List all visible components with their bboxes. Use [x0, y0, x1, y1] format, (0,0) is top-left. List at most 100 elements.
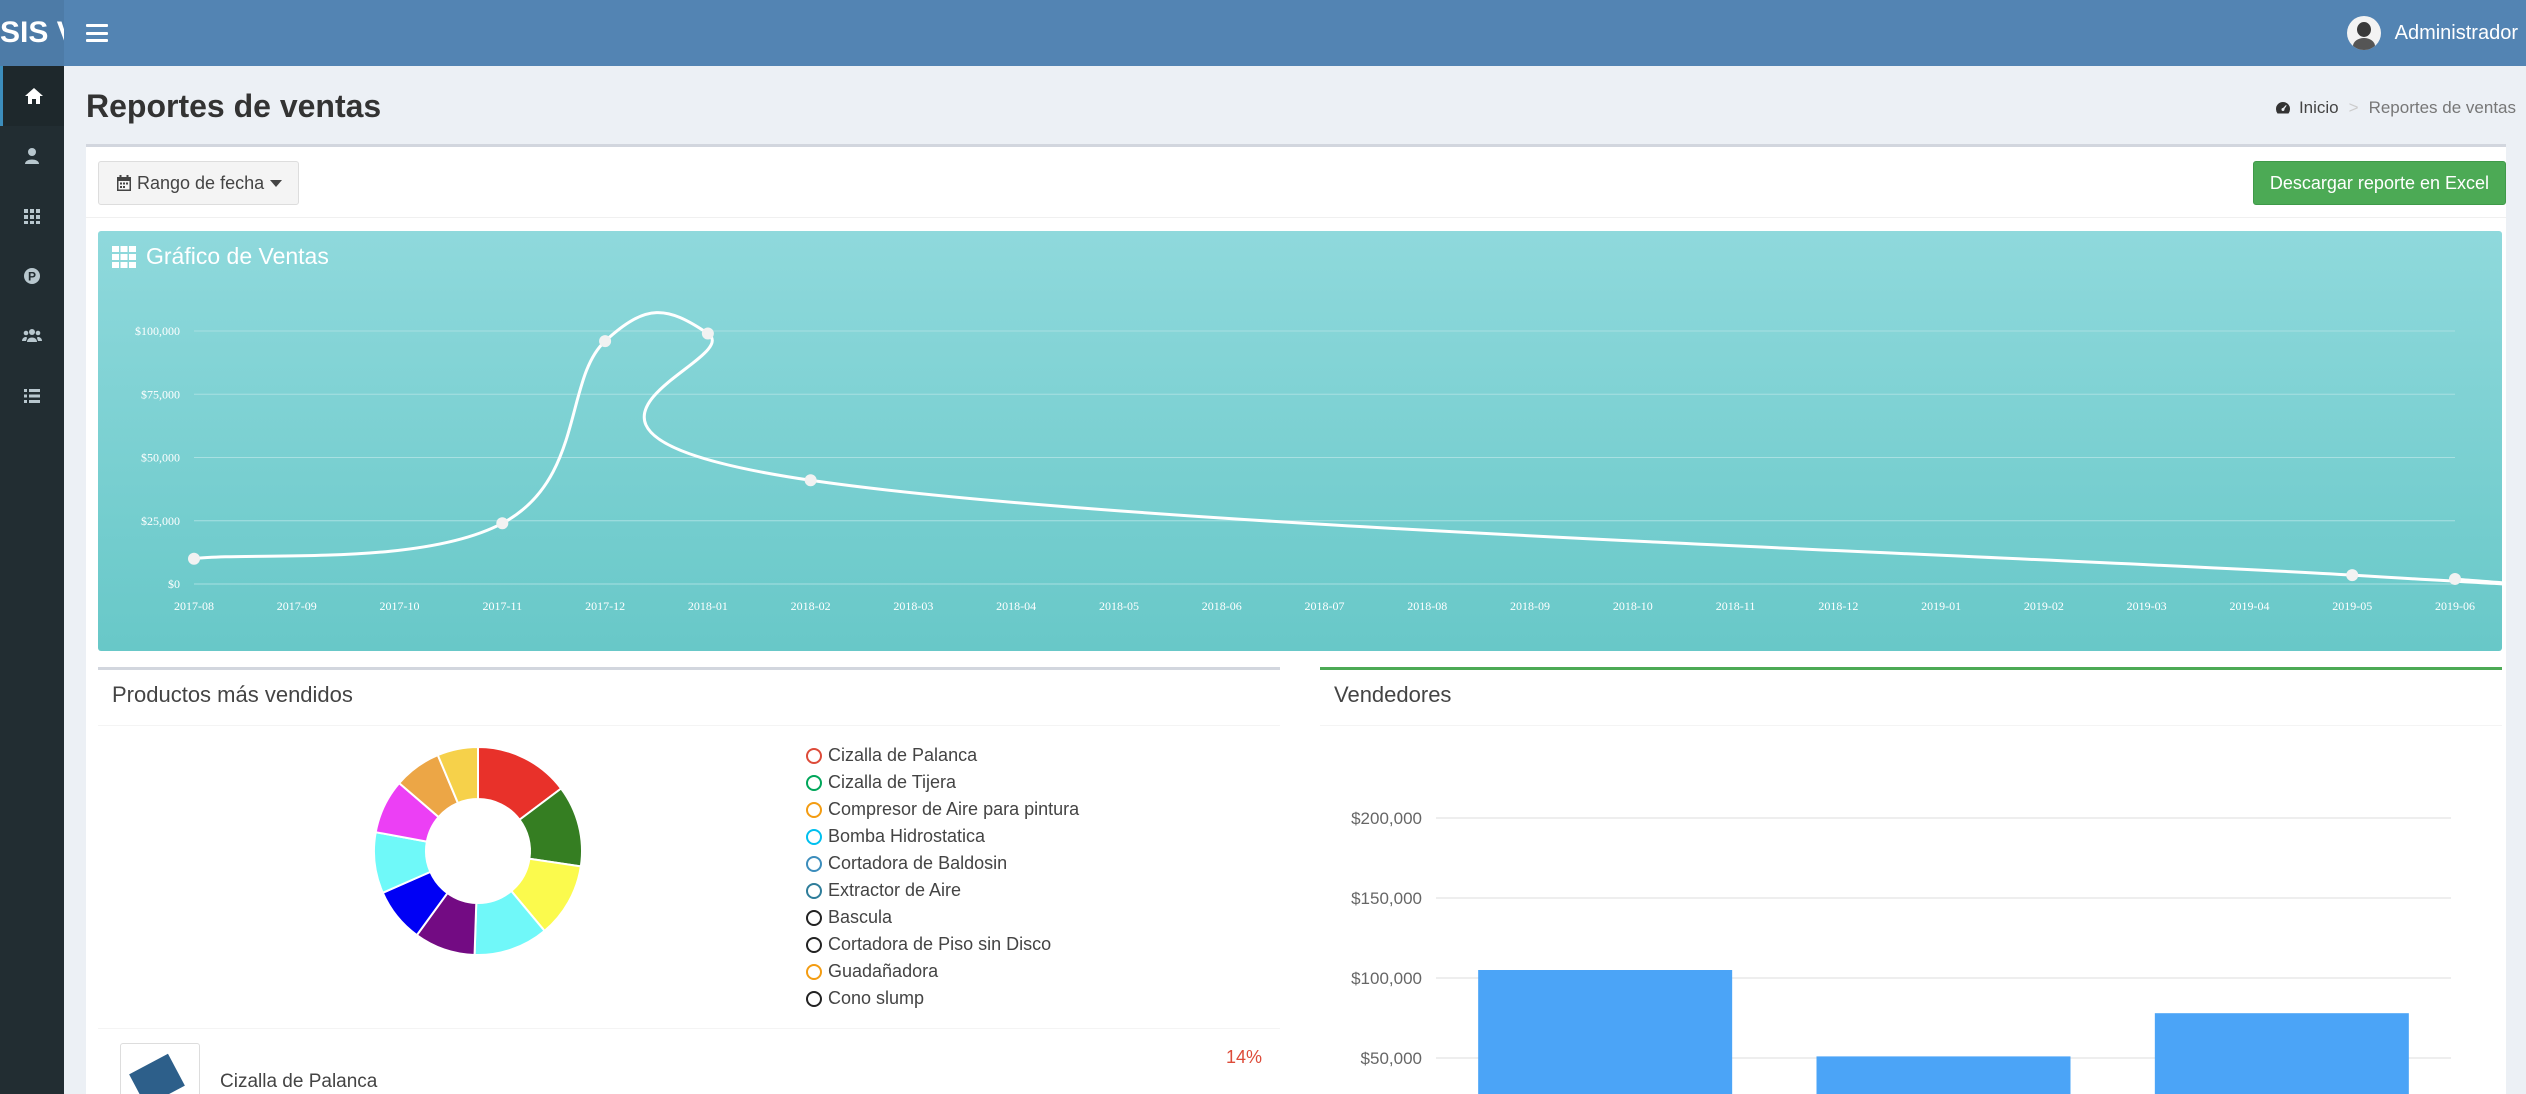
- sellers-title: Vendedores: [1334, 682, 1452, 707]
- date-range-label: Rango de fecha: [137, 172, 265, 193]
- y-tick-label: $150,000: [1351, 889, 1422, 908]
- x-tick-label: 2019-05: [2332, 599, 2372, 613]
- y-tick-label: $50,000: [141, 451, 180, 465]
- breadcrumb-current: Reportes de ventas: [2368, 98, 2516, 117]
- sidebar-item-list[interactable]: [0, 366, 64, 426]
- x-tick-label: 2018-07: [1305, 599, 1345, 613]
- data-point: [599, 335, 612, 348]
- legend-label: Cortadora de Piso sin Disco: [828, 934, 1052, 954]
- sales-chart-title-text: Gráfico de Ventas: [146, 243, 329, 269]
- circle-icon: [806, 963, 822, 980]
- top-products-title: Productos más vendidos: [112, 682, 353, 707]
- divider: [86, 217, 2506, 218]
- legend-label: Cizalla de Tijera: [828, 772, 957, 792]
- legend-item: Bomba Hidrostatica: [806, 823, 1079, 850]
- legend-item: Cortadora de Piso sin Disco: [806, 931, 1079, 958]
- legend-label: Guadañadora: [828, 961, 939, 981]
- sidebar-item-grid[interactable]: [0, 186, 64, 246]
- x-tick-label: 2018-11: [1716, 599, 1756, 613]
- circle-icon: [806, 828, 822, 845]
- top-navbar: SIS V Administrador: [0, 0, 2526, 66]
- sidebar-item-user[interactable]: [0, 126, 64, 186]
- user-icon: [25, 148, 39, 164]
- grid-icon: [24, 209, 40, 224]
- legend-label: Cono slump: [828, 988, 925, 1008]
- legend-label: Compresor de Aire para pintura: [828, 799, 1080, 819]
- sales-line-chart: $0 $25,000 $50,000 $75,000 $100,000 2017-08 20…: [135, 311, 2502, 613]
- x-tick-label: 2018-05: [1099, 599, 1139, 613]
- data-point: [496, 517, 509, 530]
- sellers-bar-chart: $50,000 $100,000 $150,000 $200,000: [1351, 809, 2451, 1094]
- menu-toggle-icon[interactable]: [86, 24, 108, 42]
- x-tick-label: 2018-12: [1818, 599, 1858, 613]
- data-point: [188, 552, 200, 565]
- avatar: [2346, 16, 2381, 50]
- calendar-icon: [117, 175, 131, 191]
- x-tick-label: 2018-01: [688, 599, 728, 613]
- list-icon: [24, 389, 40, 403]
- sidebar-item-p[interactable]: P: [0, 246, 64, 306]
- breadcrumb: Inicio > Reportes de ventas: [2275, 98, 2516, 118]
- th-icon: [112, 245, 136, 268]
- bar: [2154, 1013, 2409, 1094]
- x-tick-label: 2017-11: [483, 599, 523, 613]
- app-logo[interactable]: SIS V: [0, 0, 64, 66]
- legend-label: Bomba Hidrostatica: [828, 826, 986, 846]
- y-tick-label: $25,000: [141, 514, 180, 528]
- data-point: [2346, 569, 2359, 582]
- circle-icon: [806, 909, 822, 926]
- toolbar: Rango de fecha: [98, 161, 300, 205]
- report-box: Rango de fecha Descargar reporte en Exce…: [86, 144, 2506, 1094]
- circle-icon: [806, 855, 822, 872]
- x-tick-label: 2017-12: [585, 599, 625, 613]
- y-tick-label: $100,000: [1351, 969, 1422, 988]
- home-icon: [24, 88, 43, 104]
- svg-text:P: P: [28, 270, 36, 284]
- top-products-legend: Cizalla de Palanca Cizalla de Tijera Compr…: [806, 742, 1079, 1012]
- circle-icon: [806, 882, 822, 899]
- circle-icon: [806, 774, 822, 791]
- legend-label: Bascula: [828, 907, 893, 927]
- users-icon: [22, 329, 42, 342]
- legend-item: Cono slump: [806, 985, 1079, 1012]
- sales-chart-title: Gráfico de Ventas: [112, 243, 329, 270]
- x-tick-label: 2019-06: [2435, 599, 2475, 613]
- product-thumbnail: [120, 1043, 200, 1094]
- y-tick-label: $100,000: [135, 324, 180, 338]
- download-excel-button[interactable]: Descargar reporte en Excel: [2252, 161, 2506, 205]
- x-tick-label: 2019-02: [2024, 599, 2064, 613]
- x-tick-label: 2019-04: [2229, 599, 2269, 613]
- user-menu[interactable]: Administrador: [2346, 0, 2518, 66]
- date-range-button[interactable]: Rango de fecha: [98, 161, 300, 205]
- caret-down-icon: [270, 179, 283, 187]
- legend-label: Cortadora de Baldosin: [828, 853, 1008, 873]
- legend-item: Cortadora de Baldosin: [806, 850, 1079, 877]
- legend-item: Cizalla de Tijera: [806, 769, 1079, 796]
- data-point: [804, 474, 817, 487]
- data-point: [701, 327, 714, 340]
- legend-item: Extractor de Aire: [806, 877, 1079, 904]
- y-tick-label: $50,000: [1361, 1049, 1422, 1068]
- breadcrumb-home-link[interactable]: Inicio: [2299, 98, 2339, 118]
- legend-label: Extractor de Aire: [828, 880, 962, 900]
- legend-label: Cizalla de Palanca: [828, 745, 978, 765]
- sidebar-item-users[interactable]: [0, 306, 64, 366]
- y-tick-label: $75,000: [141, 387, 180, 401]
- user-name: Administrador: [2394, 21, 2518, 44]
- y-tick-label: $0: [168, 577, 180, 591]
- circle-icon: [806, 936, 822, 953]
- legend-item: Bascula: [806, 904, 1079, 931]
- sellers-panel: Vendedores $50,000 $100,000 $150,000 $200,0…: [1320, 667, 2502, 1094]
- p-icon: P: [24, 268, 40, 284]
- sidebar-item-home[interactable]: [0, 66, 64, 126]
- legend-item: Guadañadora: [806, 958, 1079, 985]
- data-point: [2449, 572, 2461, 585]
- sales-line: [193, 311, 2502, 586]
- product-list-item[interactable]: Cizalla de Palanca 14%: [98, 1028, 1280, 1094]
- x-tick-label: 2019-01: [1921, 599, 1961, 613]
- x-tick-label: 2018-04: [996, 599, 1036, 613]
- sales-chart-box: $0 $25,000 $50,000 $75,000 $100,000 2017-08 20…: [98, 231, 2502, 651]
- legend-item: Compresor de Aire para pintura: [806, 796, 1079, 823]
- x-tick-label: 2017-08: [174, 599, 214, 613]
- legend-item: Cizalla de Palanca: [806, 742, 1079, 769]
